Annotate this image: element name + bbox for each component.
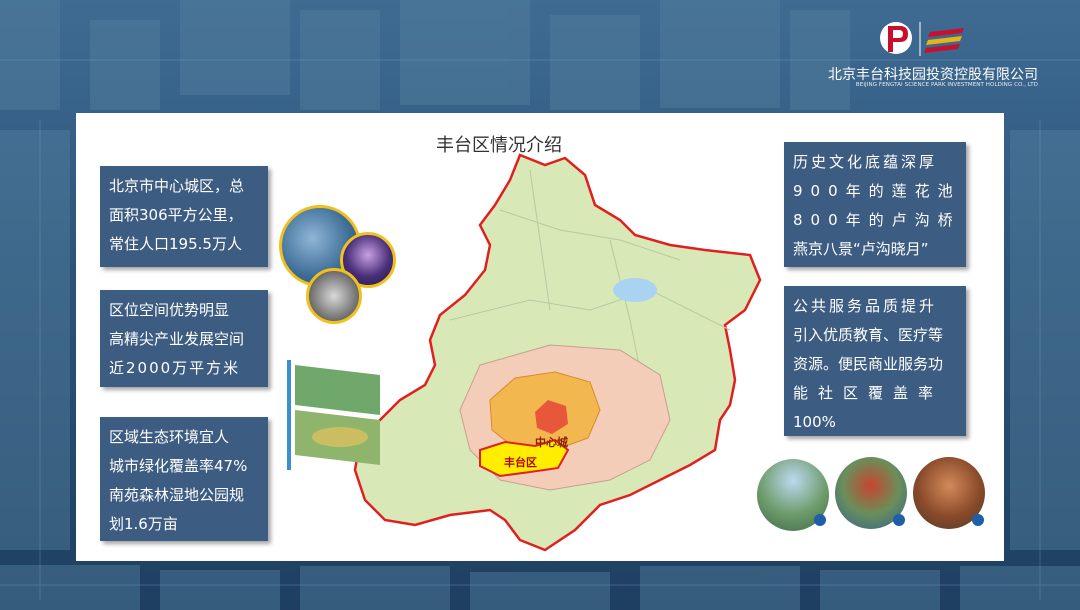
company-logo: 北京丰台科技园投资控股有限公司 BEIJING FENGTAI SCIENCE … <box>808 18 1038 94</box>
info-line: 燕京八景“卢沟晓月” <box>793 240 929 258</box>
info-box-ecology: 区域生态环境宜人 城市绿化覆盖率47% 南苑森林湿地公园规 划1.6万亩 <box>100 417 268 541</box>
info-line: 城市绿化覆盖率47% <box>109 457 248 475</box>
info-line: 北京市中心城区，总 <box>109 177 245 195</box>
info-line: 800年的卢沟桥 <box>793 211 961 229</box>
logo-emblem-icon <box>880 22 964 56</box>
photo-bullet-dot <box>814 514 826 526</box>
info-line: 历史文化底蕴深厚 <box>793 153 938 171</box>
photo-interior-hall <box>306 268 362 324</box>
map-label-fengtai: 丰台区 <box>504 455 537 469</box>
info-line: 区位空间优势明显 <box>109 301 230 319</box>
reservoir <box>613 278 657 302</box>
info-line: 能社区覆盖率 <box>793 384 944 402</box>
info-line: 公共服务品质提升 <box>793 297 938 315</box>
info-line: 南苑森林湿地公园规 <box>109 486 245 504</box>
beijing-map: 中心城 丰台区 <box>353 153 762 552</box>
company-name-en: BEIJING FENGTAI SCIENCE PARK INVESTMENT … <box>855 82 1038 88</box>
info-box-history: 历史文化底蕴深厚 900年的莲花池 800年的卢沟桥 燕京八景“卢沟晓月” <box>784 142 966 267</box>
info-line: 划1.6万亩 <box>109 515 178 533</box>
photo-bullet-dot <box>893 514 905 526</box>
info-line: 区域生态环境宜人 <box>109 428 230 446</box>
info-line: 面积306平方公里， <box>109 206 243 224</box>
info-box-services: 公共服务品质提升 引入优质教育、医疗等 资源。便民商业服务功 能社区覆盖率 10… <box>784 286 966 436</box>
info-box-overview: 北京市中心城区，总 面积306平方公里， 常住人口195.5万人 <box>100 166 268 267</box>
info-line: 100% <box>793 413 836 431</box>
photo-bullet-dot <box>972 514 984 526</box>
info-line: 高精尖产业发展空间 <box>109 330 245 348</box>
info-line: 900年的莲花池 <box>793 182 961 200</box>
photo-aerial-park <box>287 360 380 470</box>
info-line: 近2000万平方米 <box>109 359 241 377</box>
map-label-center: 中心城 <box>535 435 568 449</box>
company-name-cn: 北京丰台科技园投资控股有限公司 <box>828 67 1038 83</box>
info-line: 常住人口195.5万人 <box>109 235 242 253</box>
info-line: 资源。便民商业服务功 <box>793 355 944 373</box>
info-line: 引入优质教育、医疗等 <box>793 326 944 344</box>
info-box-location: 区位空间优势明显 高精尖产业发展空间 近2000万平方米 <box>100 290 268 387</box>
